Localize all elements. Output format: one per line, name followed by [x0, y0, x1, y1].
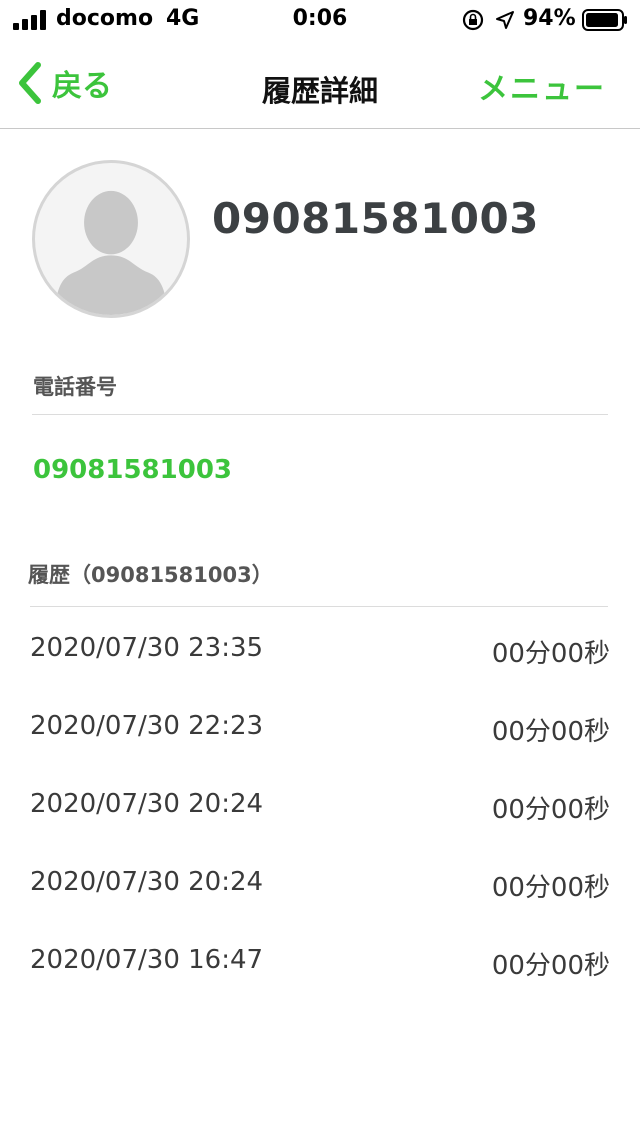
history-duration: 00分00秒	[491, 873, 610, 903]
history-datetime: 2020/07/30 20:24	[30, 867, 264, 897]
history-row[interactable]: 2020/07/30 23:35 00分00秒	[30, 633, 610, 673]
person-silhouette-icon	[54, 190, 168, 315]
history-datetime: 2020/07/30 23:35	[30, 633, 264, 663]
avatar	[32, 160, 190, 318]
history-section-divider	[30, 606, 608, 607]
history-duration: 00分00秒	[491, 951, 610, 981]
history-duration: 00分00秒	[491, 795, 610, 825]
battery-icon	[582, 9, 627, 31]
history-row[interactable]: 2020/07/30 20:24 00分00秒	[30, 867, 610, 907]
menu-button[interactable]: メニュー	[478, 64, 606, 108]
history-section-label: 履歴（09081581003）	[28, 563, 273, 587]
history-datetime: 2020/07/30 20:24	[30, 789, 264, 819]
orientation-lock-icon	[462, 9, 484, 31]
history-datetime: 2020/07/30 16:47	[30, 945, 264, 975]
history-row[interactable]: 2020/07/30 16:47 00分00秒	[30, 945, 610, 985]
phone-number-link[interactable]: 09081581003	[33, 455, 232, 485]
phone-section-label: 電話番号	[33, 375, 117, 399]
history-datetime: 2020/07/30 22:23	[30, 711, 264, 741]
phone-section-divider	[32, 414, 608, 415]
history-duration: 00分00秒	[491, 639, 610, 669]
status-bar: docomo 4G 0:06 94%	[0, 0, 640, 42]
navigation-bar: 戻る 履歴詳細 メニュー	[0, 42, 640, 129]
history-row[interactable]: 2020/07/30 22:23 00分00秒	[30, 711, 610, 751]
battery-percentage: 94%	[523, 6, 576, 31]
contact-name: 09081581003	[212, 194, 539, 243]
history-detail-screen: docomo 4G 0:06 94% 戻る 履歴詳細 メニュー 09081581…	[0, 0, 640, 1136]
location-arrow-icon	[496, 11, 514, 29]
history-row[interactable]: 2020/07/30 20:24 00分00秒	[30, 789, 610, 829]
history-duration: 00分00秒	[491, 717, 610, 747]
